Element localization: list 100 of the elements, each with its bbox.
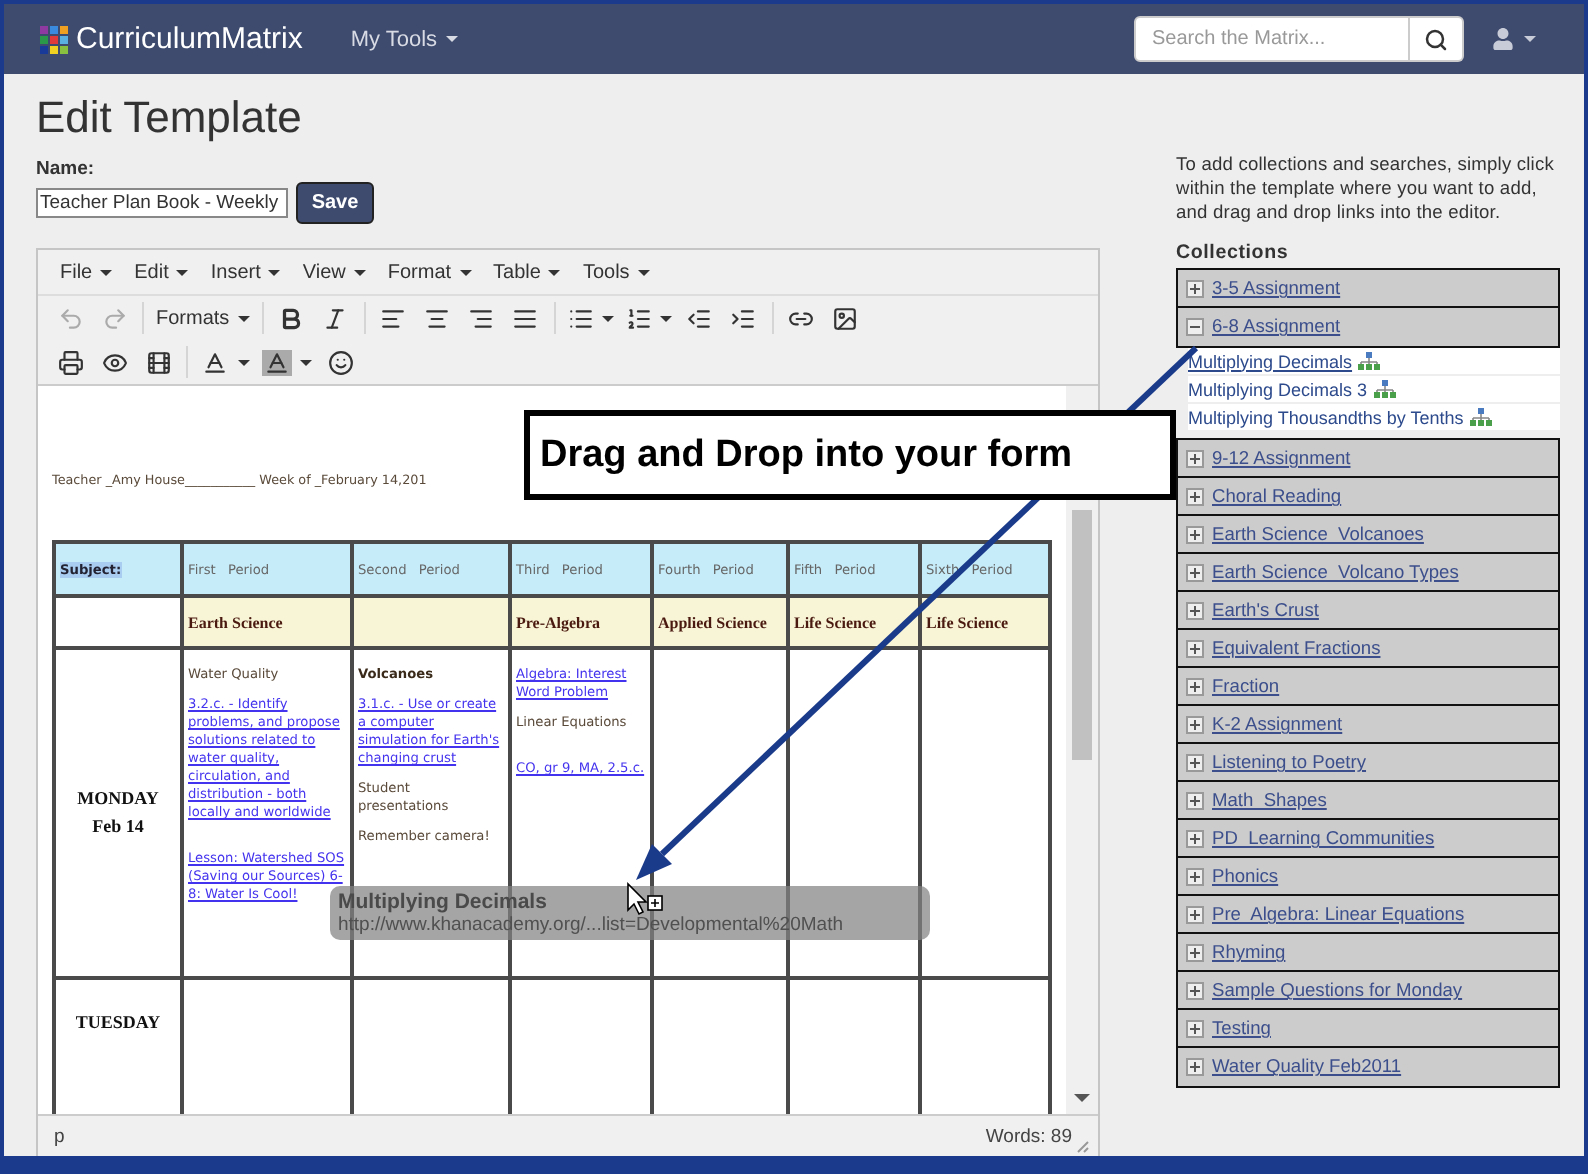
expand-icon[interactable] [1186, 449, 1204, 468]
indent-icon [730, 305, 757, 331]
resource-link[interactable]: Multiplying Decimals 3 [1188, 379, 1368, 399]
collection-item[interactable]: Sample Questions for Monday [1176, 970, 1560, 1011]
collection-link[interactable]: Phonics [1212, 866, 1279, 887]
collection-item[interactable]: Choral Reading [1176, 476, 1560, 517]
collection-link[interactable]: 3-5 Assignment [1212, 278, 1341, 299]
collection-link[interactable]: Choral Reading [1212, 486, 1342, 507]
drag-preview-title: Multiplying Decimals [338, 890, 547, 914]
collection-item[interactable]: Fraction [1176, 666, 1560, 707]
collection-item[interactable]: Pre Algebra: Linear Equations [1176, 894, 1560, 935]
collection-item[interactable]: Rhyming [1176, 932, 1560, 973]
editor-menu[interactable]: View [292, 257, 376, 287]
expand-icon[interactable] [1186, 981, 1204, 1000]
user-menu-button[interactable] [1488, 24, 1540, 54]
collection-link[interactable]: 6-8 Assignment [1212, 316, 1341, 337]
expand-icon[interactable] [1186, 905, 1204, 924]
collection-link[interactable]: Testing [1212, 1018, 1271, 1039]
collection-link[interactable]: Water Quality Feb2011 [1212, 1056, 1402, 1077]
collection-link[interactable]: Pre Algebra: Linear Equations [1212, 904, 1465, 925]
collection-item[interactable]: PD Learning Communities [1176, 818, 1560, 859]
subject-cell: Earth Science [182, 596, 352, 648]
subject-cell: Applied Science [652, 596, 788, 648]
editor-menu[interactable]: Table [483, 257, 571, 287]
italic-icon [322, 305, 349, 331]
day-cell: TUESDAY [54, 978, 182, 1114]
hierarchy-icon [1469, 408, 1492, 426]
name-field[interactable]: Teacher Plan Book - Weekly [36, 188, 288, 218]
collection-item[interactable]: Testing [1176, 1008, 1560, 1049]
collection-item[interactable]: Phonics [1176, 856, 1560, 897]
search-icon [1424, 27, 1448, 51]
collections-heading: Collections [1176, 242, 1291, 264]
expand-icon[interactable] [1186, 677, 1204, 696]
expand-icon[interactable] [1186, 639, 1204, 658]
formats-dropdown[interactable]: Formats [150, 298, 256, 338]
bold-icon [278, 305, 305, 331]
search-field[interactable]: Search the Matrix... [1134, 16, 1410, 62]
collection-link[interactable]: Rhyming [1212, 942, 1286, 963]
expand-icon[interactable] [1186, 563, 1204, 582]
collection-link[interactable]: Earth's Crust [1212, 600, 1319, 621]
collection-link[interactable]: 9-12 Assignment [1212, 448, 1351, 469]
expand-icon[interactable] [1186, 791, 1204, 810]
editor-menu[interactable]: Insert [200, 257, 291, 287]
collection-link[interactable]: PD Learning Communities [1212, 828, 1435, 849]
resize-grip-icon[interactable] [1076, 1140, 1090, 1154]
day-cell: MONDAY Feb 14 [54, 648, 182, 978]
collapse-icon[interactable] [1186, 317, 1204, 336]
expand-icon[interactable] [1186, 867, 1204, 886]
expand-icon[interactable] [1186, 829, 1204, 848]
save-button[interactable]: Save [296, 182, 374, 224]
expand-icon[interactable] [1186, 487, 1204, 506]
collection-link[interactable]: K-2 Assignment [1212, 714, 1343, 735]
callout-text: Drag and Drop into your form [524, 410, 1176, 500]
collection-item[interactable]: 9-12 Assignment [1176, 438, 1560, 479]
smiley-icon [327, 349, 353, 375]
expand-icon[interactable] [1186, 753, 1204, 772]
scroll-down-icon[interactable] [1074, 1094, 1090, 1102]
background-color-icon [264, 349, 290, 375]
page-title: Edit Template [36, 92, 304, 144]
collection-link[interactable]: Sample Questions for Monday [1212, 980, 1463, 1001]
collection-item[interactable]: Earth Science Volcano Types [1176, 552, 1560, 593]
collection-link[interactable]: Earth Science Volcanoes [1212, 524, 1424, 545]
collection-link[interactable]: Math Shapes [1212, 790, 1327, 811]
resource-link[interactable]: Multiplying Decimals [1188, 351, 1353, 371]
brand-name[interactable]: CurriculumMatrix [76, 22, 303, 56]
my-tools-menu[interactable]: My Tools [350, 27, 458, 51]
collection-link[interactable]: Fraction [1212, 676, 1280, 697]
expand-icon[interactable] [1186, 1019, 1204, 1038]
collection-item[interactable]: 6-8 Assignment [1176, 306, 1560, 347]
collection-link[interactable]: Listening to Poetry [1212, 752, 1367, 773]
outdent-icon [686, 305, 713, 331]
editor-menu[interactable]: File [50, 257, 123, 287]
logo-icon [40, 25, 68, 53]
expand-icon[interactable] [1186, 279, 1204, 298]
editor-menu[interactable]: Format [377, 257, 482, 287]
resource-link[interactable]: Multiplying Thousandths by Tenths [1188, 407, 1464, 427]
expand-icon[interactable] [1186, 715, 1204, 734]
collection-item[interactable]: Water Quality Feb2011 [1176, 1046, 1560, 1087]
expand-icon[interactable] [1186, 601, 1204, 620]
collection-item[interactable]: Equivalent Fractions [1176, 628, 1560, 669]
collection-item[interactable]: Earth Science Volcanoes [1176, 514, 1560, 555]
expand-icon[interactable] [1186, 1057, 1204, 1076]
user-icon [1492, 28, 1514, 50]
expand-icon[interactable] [1186, 525, 1204, 544]
subject-cell: Life Science [788, 596, 920, 648]
search-button[interactable] [1410, 16, 1464, 62]
collection-link[interactable]: Equivalent Fractions [1212, 638, 1381, 659]
expand-icon[interactable] [1186, 943, 1204, 962]
scrollbar-thumb[interactable] [1072, 510, 1092, 760]
word-count: Words: 89 [985, 1126, 1072, 1148]
table-cell [54, 596, 182, 648]
editor-menu[interactable]: Tools [572, 257, 660, 287]
editor-menu[interactable]: Edit [124, 257, 199, 287]
subject-cell: Life Science [920, 596, 1050, 648]
collection-item[interactable]: Earth's Crust [1176, 590, 1560, 631]
collection-link[interactable]: Earth Science Volcano Types [1212, 562, 1459, 583]
collection-item[interactable]: Listening to Poetry [1176, 742, 1560, 783]
collection-item[interactable]: Math Shapes [1176, 780, 1560, 821]
collection-item[interactable]: K-2 Assignment [1176, 704, 1560, 745]
collection-item[interactable]: 3-5 Assignment [1176, 268, 1560, 309]
